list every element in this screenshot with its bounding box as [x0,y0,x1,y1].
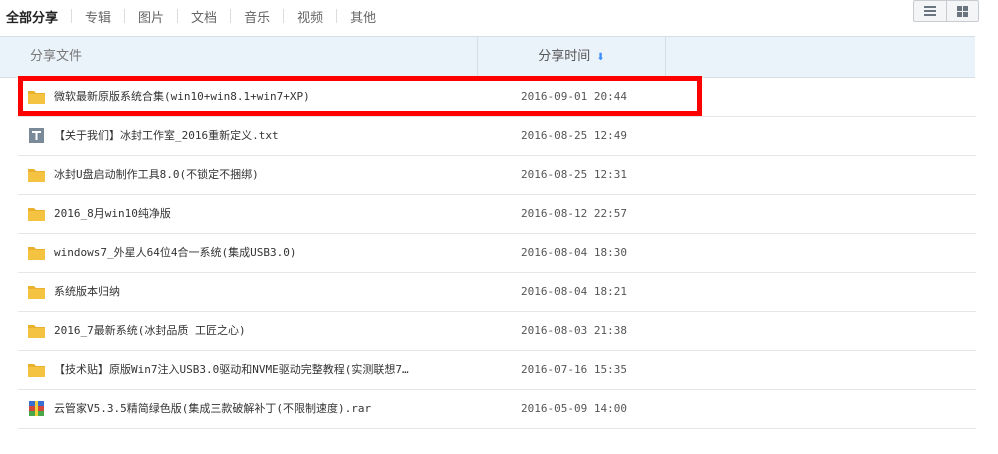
tab-divider [336,9,338,23]
folder-icon [28,169,45,182]
share-time: 2016-08-25 12:49 [521,129,627,142]
share-time: 2016-08-04 18:21 [521,285,627,298]
folder-icon [28,91,45,104]
column-divider [665,37,666,77]
tab-other[interactable]: 其他 [350,7,376,26]
folder-icon [28,286,45,299]
share-time: 2016-08-04 18:30 [521,246,627,259]
category-tabs: 全部分享 专辑 图片 文档 音乐 视频 其他 [0,0,376,32]
file-name[interactable]: windows7_外星人64位4合一系统(集成USB3.0) [54,234,296,272]
share-time: 2016-05-09 14:00 [521,402,627,415]
tab-divider [177,9,179,23]
view-toggle [913,0,979,22]
folder-icon [28,247,45,260]
folder-icon [28,364,45,377]
column-header-filename[interactable]: 分享文件 [30,37,82,77]
share-time: 2016-08-12 22:57 [521,207,627,220]
table-row[interactable]: 系统版本归纳 2016-08-04 18:21 [18,273,976,312]
file-name[interactable]: 冰封U盘启动制作工具8.0(不锁定不捆绑) [54,156,259,194]
column-header-share-time-label: 分享时间 [538,49,591,64]
table-row[interactable]: 微软最新原版系统合集(win10+win8.1+win7+XP) 2016-09… [18,78,976,117]
share-time: 2016-08-03 21:38 [521,324,627,337]
file-name[interactable]: 2016_8月win10纯净版 [54,195,171,233]
share-time: 2016-09-01 20:44 [521,90,627,103]
file-name[interactable]: 【技术贴】原版Win7注入USB3.0驱动和NVME驱动完整教程(实测联想7… [54,351,409,389]
grid-view-icon [956,5,968,17]
txt-file-icon [29,128,44,143]
tab-music[interactable]: 音乐 [244,7,270,26]
table-row[interactable]: 云管家V5.3.5精简绿色版(集成三款破解补丁(不限制速度).rar 2016-… [18,390,976,429]
tab-divider [283,9,285,23]
list-view-icon [923,6,936,16]
table-row[interactable]: 【技术贴】原版Win7注入USB3.0驱动和NVME驱动完整教程(实测联想7… … [18,351,976,390]
share-time: 2016-08-25 12:31 [521,168,627,181]
tab-videos[interactable]: 视频 [297,7,323,26]
folder-icon [28,208,45,221]
folder-icon [28,325,45,338]
tab-albums[interactable]: 专辑 [85,7,111,26]
table-row[interactable]: windows7_外星人64位4合一系统(集成USB3.0) 2016-08-0… [18,234,976,273]
column-header-share-time[interactable]: 分享时间 ⬇ [478,37,665,78]
file-name[interactable]: 微软最新原版系统合集(win10+win8.1+win7+XP) [54,78,310,116]
tab-divider [230,9,232,23]
file-list: 微软最新原版系统合集(win10+win8.1+win7+XP) 2016-09… [18,78,976,429]
tab-divider [124,9,126,23]
table-row[interactable]: 【关于我们】冰封工作室_2016重新定义.txt 2016-08-25 12:4… [18,117,976,156]
sort-down-icon: ⬇ [596,52,605,63]
tab-divider [71,9,73,23]
file-name[interactable]: 【关于我们】冰封工作室_2016重新定义.txt [54,117,279,155]
tab-all-shares[interactable]: 全部分享 [6,7,58,26]
table-row[interactable]: 2016_7最新系统(冰封品质 工匠之心) 2016-08-03 21:38 [18,312,976,351]
tab-images[interactable]: 图片 [138,7,164,26]
file-name[interactable]: 2016_7最新系统(冰封品质 工匠之心) [54,312,246,350]
grid-view-button[interactable] [945,1,979,21]
share-time: 2016-07-16 15:35 [521,363,627,376]
file-name[interactable]: 系统版本归纳 [54,273,120,311]
table-row[interactable]: 冰封U盘启动制作工具8.0(不锁定不捆绑) 2016-08-25 12:31 [18,156,976,195]
tab-documents[interactable]: 文档 [191,7,217,26]
rar-archive-icon [29,401,44,416]
table-row[interactable]: 2016_8月win10纯净版 2016-08-12 22:57 [18,195,976,234]
table-header: 分享文件 分享时间 ⬇ [0,36,975,78]
list-view-button[interactable] [914,1,946,21]
file-name[interactable]: 云管家V5.3.5精简绿色版(集成三款破解补丁(不限制速度).rar [54,390,371,428]
